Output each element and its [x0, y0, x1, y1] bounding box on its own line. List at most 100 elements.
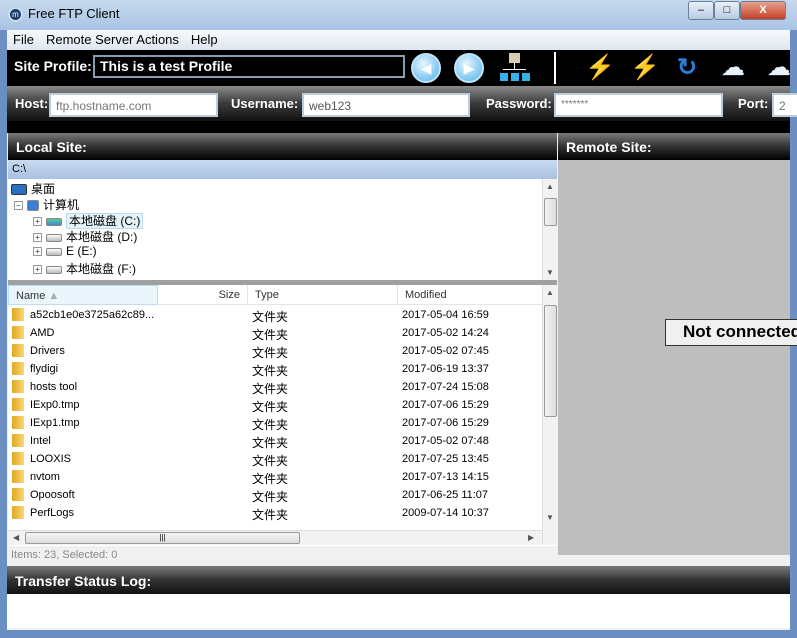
file-name: Drivers: [30, 345, 65, 357]
menu-file[interactable]: File: [7, 30, 40, 47]
file-type: 文件夹: [252, 508, 289, 522]
file-list-scrollbar[interactable]: ▲ ▼: [542, 285, 557, 545]
connection-bar: Host: ftp.hostname.com Username: web123 …: [7, 86, 797, 121]
file-type: 文件夹: [252, 310, 289, 324]
file-name: LOOXIS: [30, 453, 71, 465]
tree-item-drive-e[interactable]: + E (E:): [33, 244, 97, 258]
username-input[interactable]: web123: [302, 93, 470, 117]
column-type[interactable]: Type: [248, 285, 398, 305]
toolbar-divider: [554, 52, 556, 84]
table-row[interactable]: flydigi 文件夹 2017-06-19 13:37: [8, 360, 542, 378]
file-modified: 2017-05-04 16:59: [402, 309, 489, 321]
tree-label: 本地磁盘 (D:): [66, 230, 138, 244]
minimize-button[interactable]: –: [688, 1, 714, 20]
expand-icon[interactable]: +: [33, 265, 42, 275]
column-modified[interactable]: Modified: [398, 285, 542, 305]
tree-item-computer[interactable]: − 计算机: [14, 196, 79, 213]
table-row[interactable]: Opoosoft 文件夹 2017-06-25 11:07: [8, 486, 542, 504]
back-icon[interactable]: ◀: [411, 53, 441, 83]
toolbar: Site Profile: This is a test Profile ◀ ▶…: [7, 50, 791, 86]
table-row[interactable]: IExp0.tmp 文件夹 2017-07-06 15:29: [8, 396, 542, 414]
maximize-button[interactable]: □: [714, 1, 740, 20]
table-row[interactable]: IExp1.tmp 文件夹 2017-07-06 15:29: [8, 414, 542, 432]
tree-label: 计算机: [43, 198, 80, 212]
file-modified: 2017-07-24 15:08: [402, 381, 489, 393]
column-label: Name: [16, 290, 46, 302]
column-size[interactable]: Size: [158, 285, 248, 305]
menu-remote-server-actions[interactable]: Remote Server Actions: [40, 30, 185, 47]
tree-item-drive-c[interactable]: + 本地磁盘 (C:): [33, 212, 144, 229]
transfer-log-header: Transfer Status Log:: [7, 566, 790, 594]
expand-icon[interactable]: +: [33, 233, 42, 243]
table-row[interactable]: LOOXIS 文件夹 2017-07-25 13:45: [8, 450, 542, 468]
table-row[interactable]: AMD 文件夹 2017-05-02 14:24: [8, 324, 542, 342]
tree-item-drive-d[interactable]: + 本地磁盘 (D:): [33, 228, 137, 245]
username-label: Username:: [231, 96, 299, 111]
port-label: Port:: [738, 96, 769, 111]
file-modified: 2017-06-19 13:37: [402, 363, 489, 375]
file-modified: 2017-07-06 15:29: [402, 417, 489, 429]
file-list-hscrollbar[interactable]: ◀ ||| ▶: [8, 530, 542, 545]
refresh-icon[interactable]: ↻: [677, 54, 697, 82]
tree-label: 本地磁盘 (F:): [66, 262, 136, 276]
folder-icon: [12, 506, 24, 519]
table-row[interactable]: hosts tool 文件夹 2017-07-24 15:08: [8, 378, 542, 396]
local-site-header: Local Site:: [8, 133, 557, 160]
file-modified: 2009-07-14 10:37: [402, 507, 489, 519]
disconnect-icon[interactable]: ⚡: [630, 54, 660, 82]
folder-icon: [12, 398, 24, 411]
file-modified: 2017-07-25 13:45: [402, 453, 489, 465]
file-name: PerfLogs: [30, 507, 75, 519]
folder-icon: [12, 434, 24, 447]
tree-label: E (E:): [66, 244, 97, 258]
site-profile-select[interactable]: This is a test Profile: [93, 55, 405, 78]
menu-help[interactable]: Help: [185, 30, 224, 47]
collapse-icon[interactable]: −: [14, 201, 23, 211]
table-row[interactable]: a52cb1e0e3725a62c89... 文件夹 2017-05-04 16:5…: [8, 306, 542, 324]
tree-item-drive-f[interactable]: + 本地磁盘 (F:): [33, 260, 136, 277]
table-row[interactable]: PerfLogs 文件夹 2009-07-14 10:37: [8, 504, 542, 522]
file-name: IExp1.tmp: [30, 417, 80, 429]
drive-icon: [46, 217, 62, 226]
drive-icon: [46, 265, 62, 274]
connect-icon[interactable]: ⚡: [585, 54, 615, 82]
port-input[interactable]: 2: [772, 93, 797, 117]
host-label: Host:: [15, 96, 49, 111]
local-site-panel: C:\ 桌面 − 计算机 + 本地磁盘 (C:) + 本地磁盘 (D:) + E (E:…: [8, 160, 557, 564]
folder-tree: 桌面 − 计算机 + 本地磁盘 (C:) + 本地磁盘 (D:) + E (E:) + 本…: [8, 179, 557, 280]
file-list-header: Name ▲ Size Type Modified: [8, 285, 542, 305]
tree-item-desktop[interactable]: 桌面: [11, 180, 55, 197]
close-button[interactable]: X: [740, 1, 786, 20]
local-path: C:\: [8, 160, 557, 179]
file-modified: 2017-07-06 15:29: [402, 399, 489, 411]
table-row[interactable]: nvtom 文件夹 2017-07-13 14:15: [8, 468, 542, 486]
desktop-icon: [11, 184, 27, 196]
folder-icon: [12, 452, 24, 465]
status-bar: Items: 23, Selected: 0: [8, 546, 557, 564]
transfer-log: [7, 594, 790, 628]
expand-icon[interactable]: +: [33, 247, 42, 257]
expand-icon[interactable]: +: [33, 217, 42, 227]
file-name: Opoosoft: [30, 489, 75, 501]
app-icon: m: [8, 7, 23, 22]
remote-site-panel: Not connected: [558, 160, 797, 555]
table-row[interactable]: Intel 文件夹 2017-05-02 07:48: [8, 432, 542, 450]
file-type: 文件夹: [252, 490, 289, 504]
toolbar-bottom-strip: [7, 121, 790, 133]
tree-scrollbar[interactable]: ▲ ▼: [542, 179, 557, 280]
computer-icon: [27, 200, 39, 212]
file-type: 文件夹: [252, 454, 289, 468]
upload-icon[interactable]: ☁: [721, 54, 745, 82]
table-row[interactable]: Drivers 文件夹 2017-05-02 07:45: [8, 342, 542, 360]
host-input[interactable]: ftp.hostname.com: [49, 93, 218, 117]
download-icon[interactable]: ☁: [767, 54, 791, 82]
file-modified: 2017-05-02 07:45: [402, 345, 489, 357]
file-type: 文件夹: [252, 382, 289, 396]
password-input[interactable]: *******: [554, 93, 723, 117]
sitemap-icon[interactable]: [499, 53, 531, 83]
folder-icon: [12, 362, 24, 375]
forward-icon[interactable]: ▶: [454, 53, 484, 83]
main-window: File Remote Server Actions Help Site Profi…: [7, 30, 797, 630]
file-type: 文件夹: [252, 346, 289, 360]
column-name[interactable]: Name ▲: [8, 285, 158, 305]
